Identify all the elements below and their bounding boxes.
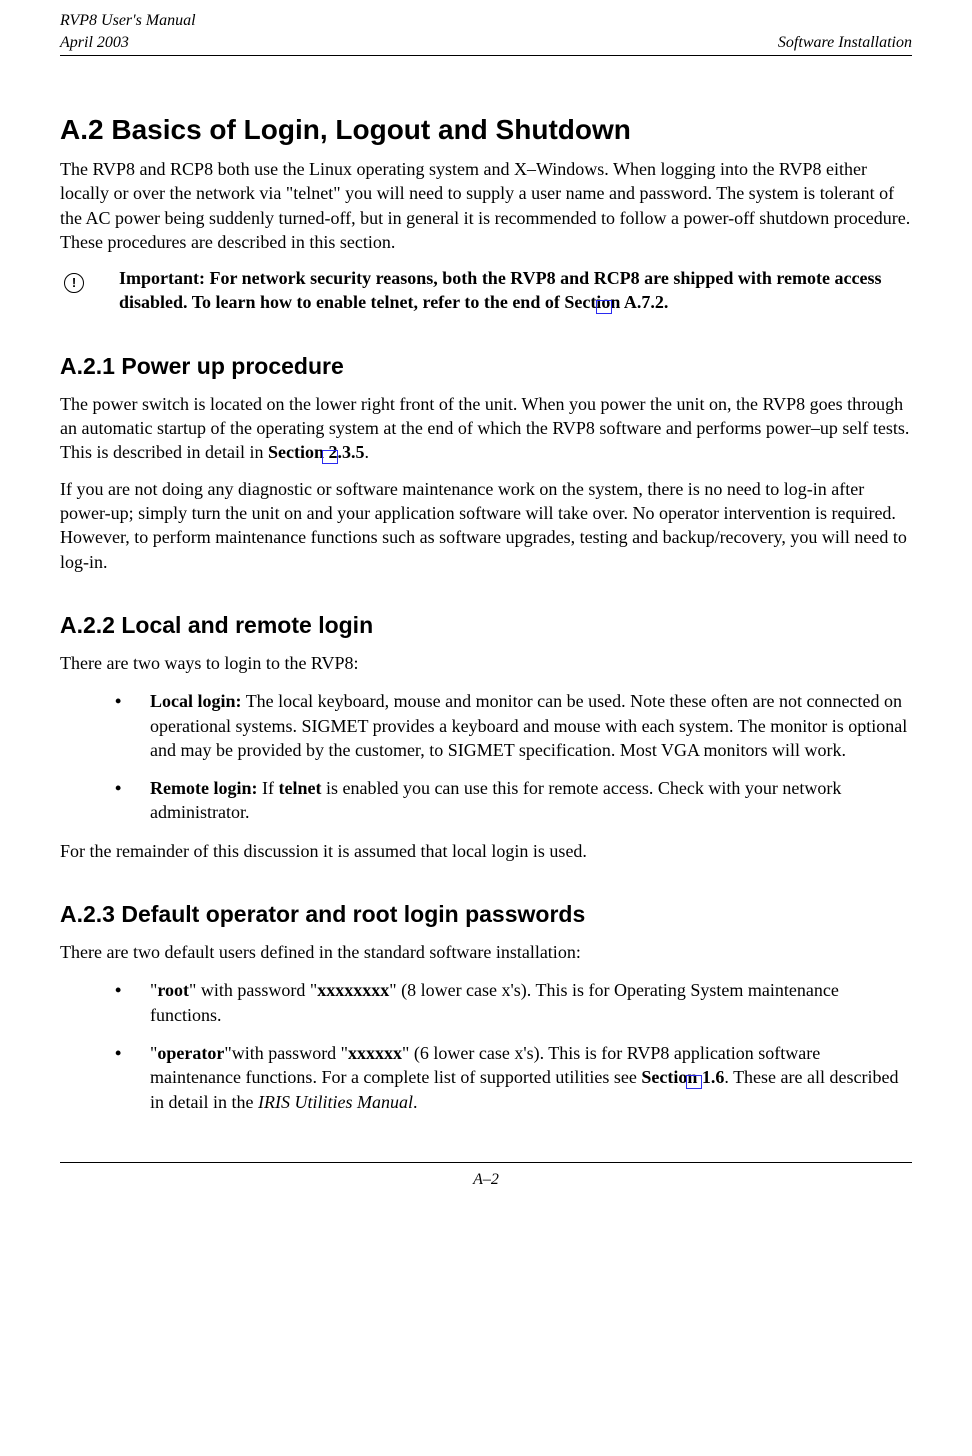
important-note: ! Important: For network security reason… [60,266,912,315]
list-item-root-user: • "root" with password "xxxxxxxx" (8 low… [115,978,912,1027]
exclamation-icon: ! [64,273,84,293]
list-item-local-login: • Local login: The local keyboard, mouse… [115,689,912,762]
page-number: A–2 [473,1171,499,1188]
a21-p1a: The power switch is located on the lower… [60,394,909,463]
bullet-text: Remote login: If telnet is enabled you c… [150,776,912,825]
list-item-remote-login: • Remote login: If telnet is enabled you… [115,776,912,825]
page-footer: A–2 [60,1162,912,1191]
bullet-text: "root" with password "xxxxxxxx" (8 lower… [150,978,912,1027]
page-header: RVP8 User's Manual April 2003 Software I… [60,10,912,56]
local-login-desc: The local keyboard, mouse and monitor ca… [150,691,907,760]
important-suffix: . [664,292,669,312]
remote-login-label: Remote login: [150,778,257,798]
op-post3: . [413,1092,418,1112]
default-users-list: • "root" with password "xxxxxxxx" (8 low… [115,978,912,1113]
heading-a2: A.2 Basics of Login, Logout and Shutdown [60,111,912,149]
op-pass: xxxxxx [348,1043,402,1063]
bullet-icon: • [115,776,150,825]
local-login-label: Local login: [150,691,242,711]
root-user: root [157,980,189,1000]
important-icon: ! [60,266,119,315]
a22-intro: There are two ways to login to the RVP8: [60,651,912,675]
bullet-icon: • [115,689,150,762]
bullet-text: "operator"with password "xxxxxx" (6 lowe… [150,1041,912,1114]
remote-login-t1: If [257,778,278,798]
a22-outro: For the remainder of this discussion it … [60,839,912,863]
a23-intro: There are two default users defined in t… [60,940,912,964]
op-user: operator [157,1043,224,1063]
bullet-text: Local login: The local keyboard, mouse a… [150,689,912,762]
manual-date: April 2003 [60,32,196,54]
root-pass: xxxxxxxx [317,980,389,1000]
heading-a21: A.2.1 Power up procedure [60,351,912,382]
important-prefix: Important: For network security reasons,… [119,268,882,312]
header-right: Software Installation [778,10,912,53]
important-text: Important: For network security reasons,… [119,266,912,315]
a21-p1b: . [364,442,369,462]
heading-a22: A.2.2 Local and remote login [60,610,912,641]
iris-manual-ref: IRIS Utilities Manual [258,1092,413,1112]
section-ref-a72[interactable]: Section A.7.2 [564,292,664,312]
section-ref-16[interactable]: Section 1.6 [641,1067,724,1087]
manual-title: RVP8 User's Manual [60,10,196,32]
section-ref-235[interactable]: Section 2.3.5 [268,442,365,462]
telnet-term: telnet [278,778,321,798]
bullet-icon: • [115,978,150,1027]
op-mid: "with password " [224,1043,348,1063]
header-left: RVP8 User's Manual April 2003 [60,10,196,53]
a21-paragraph-2: If you are not doing any diagnostic or s… [60,477,912,574]
root-mid: " with password " [189,980,317,1000]
login-types-list: • Local login: The local keyboard, mouse… [115,689,912,824]
a21-paragraph-1: The power switch is located on the lower… [60,392,912,465]
list-item-operator-user: • "operator"with password "xxxxxx" (6 lo… [115,1041,912,1114]
section-title: Software Installation [778,32,912,54]
heading-a23: A.2.3 Default operator and root login pa… [60,899,912,930]
document-page: RVP8 User's Manual April 2003 Software I… [0,0,972,1220]
bullet-icon: • [115,1041,150,1114]
a2-paragraph-1: The RVP8 and RCP8 both use the Linux ope… [60,157,912,254]
